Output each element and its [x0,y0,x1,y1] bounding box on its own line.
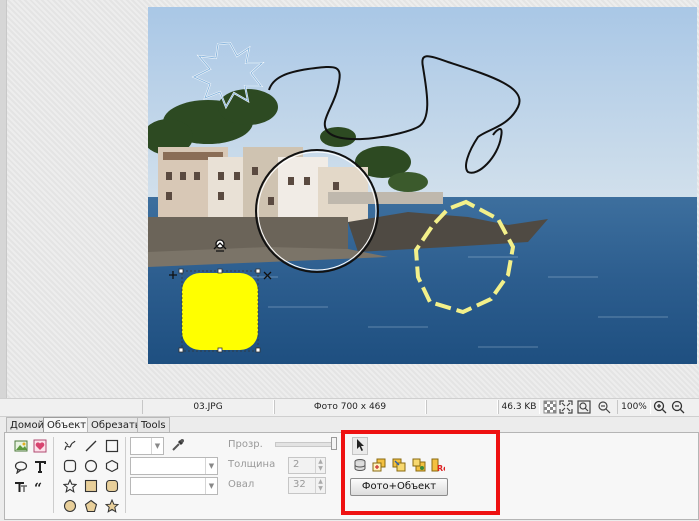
zoom-in-icon[interactable] [653,400,667,414]
opacity-slider-thumb[interactable] [331,437,337,450]
line-style-combo[interactable]: ▼ [130,437,164,455]
checkerboard-icon[interactable] [543,400,557,414]
oval-value: 32 [293,479,306,490]
star-icon[interactable] [63,479,77,493]
line-icon[interactable] [84,439,98,453]
status-photo-info: Фото 700 x 469 [274,400,426,414]
status-zoom: 100% [617,400,651,414]
rectangle-icon[interactable] [105,439,119,453]
fit-window-icon[interactable] [559,400,573,414]
chevron-down-icon: ▼ [151,438,163,454]
heart-frame-icon[interactable] [33,439,47,453]
status-file-size: 46.3 KB [498,400,540,414]
text-tool-icon[interactable] [33,460,47,474]
highlight-annotation [341,430,500,515]
oval-label: Овал [228,479,255,490]
thickness-label: Толщина [228,459,276,470]
color-combo-1[interactable]: ▼ [130,457,218,475]
zoom-fit-icon[interactable] [577,400,591,414]
filled-rounded-rect-icon[interactable] [105,479,119,493]
speech-bubble-icon[interactable] [14,460,28,474]
opacity-label: Прозр. [228,439,263,450]
thickness-spinner[interactable]: 2 ▲ ▼ [288,457,326,474]
status-empty [426,400,498,414]
canvas-area[interactable] [0,0,699,398]
filled-pentagon-icon[interactable] [84,499,98,513]
freehand-icon[interactable] [63,439,77,453]
zoom-out-icon[interactable] [671,400,685,414]
rounded-rect-icon[interactable] [63,459,77,473]
tab-home[interactable]: Домой [6,417,49,433]
thickness-value: 2 [293,459,300,470]
text-shadow-icon[interactable] [14,480,28,494]
filled-ellipse-icon[interactable] [63,499,77,513]
hexagon-icon[interactable] [105,459,119,473]
status-bar: 03.JPG Фото 700 x 469 46.3 KB 100% [0,398,699,417]
filled-star-icon[interactable] [105,499,119,513]
status-filename: 03.JPG [142,400,274,414]
chevron-down-icon: ▼ [205,458,217,474]
ellipse-icon[interactable] [84,459,98,473]
yellow-rounded-square [182,273,258,350]
filled-rect-icon[interactable] [84,479,98,493]
svg-text:“: “ [34,481,42,494]
oval-spinner[interactable]: 32 ▲ ▼ [288,477,326,494]
image-object-icon[interactable] [14,439,28,453]
chevron-down-icon: ▼ [205,478,217,494]
quote-icon[interactable]: “ [33,480,47,494]
eyedropper-icon[interactable] [171,438,185,452]
color-combo-2[interactable]: ▼ [130,477,218,495]
spinner-arrows-icon[interactable]: ▲ ▼ [315,458,325,473]
tab-tools[interactable]: Tools [137,417,170,433]
photo-canvas[interactable] [148,7,697,364]
spinner-arrows-icon[interactable]: ▲ ▼ [315,478,325,493]
zoom-actual-icon[interactable] [597,400,611,414]
left-splitter[interactable] [0,0,7,398]
opacity-slider[interactable] [275,442,334,447]
